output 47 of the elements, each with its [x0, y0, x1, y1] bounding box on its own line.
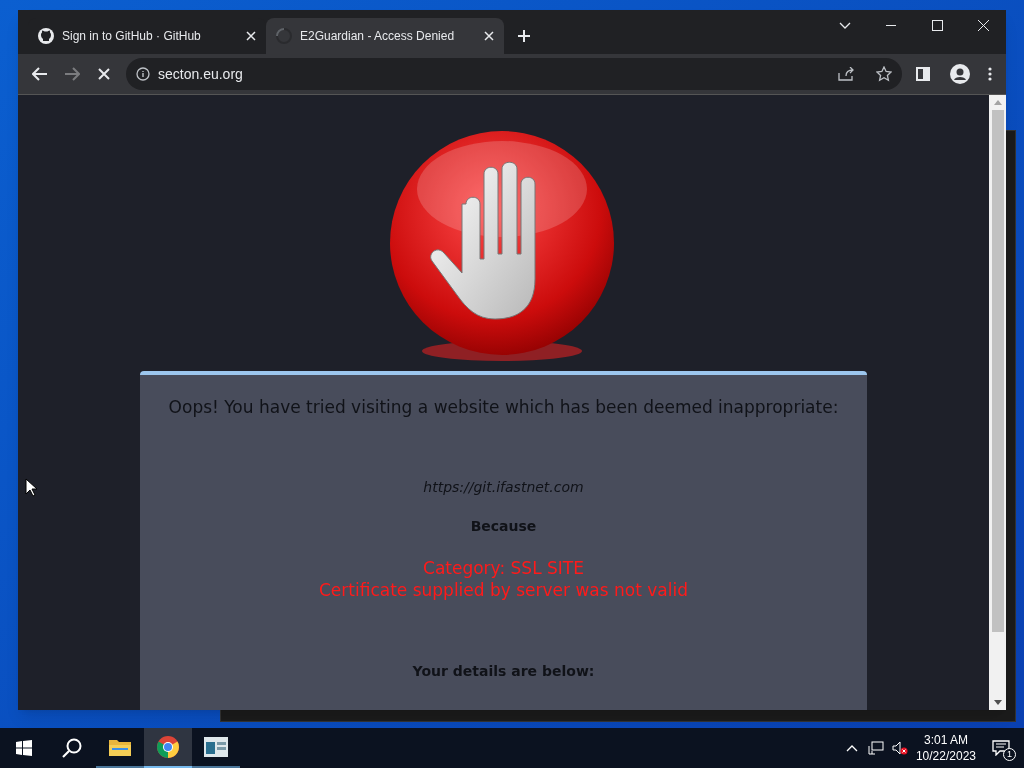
url-text: secton.eu.org	[158, 64, 244, 84]
menu-icon[interactable]	[988, 67, 992, 81]
notification-count: 1	[1003, 748, 1016, 761]
network-icon[interactable]	[867, 741, 884, 755]
close-icon	[98, 68, 110, 80]
star-icon[interactable]	[876, 66, 892, 82]
cat-logo-icon	[38, 28, 54, 44]
tab-title: Sign in to GitHub · GitHub	[62, 28, 202, 45]
loading-spinner-icon	[276, 28, 292, 44]
notifications-button[interactable]: 1	[988, 733, 1014, 763]
mouse-pointer-icon	[25, 478, 37, 497]
address-bar[interactable]: secton.eu.org	[126, 58, 902, 90]
speaker-muted-icon[interactable]	[891, 741, 908, 755]
clock-date: 10/22/2023	[915, 748, 976, 764]
chevron-up-icon[interactable]	[845, 744, 858, 752]
back-arrow-icon	[32, 67, 48, 81]
plus-icon	[517, 29, 531, 43]
chat-bubble-icon	[992, 740, 1010, 756]
chevron-down-icon	[839, 21, 851, 29]
block-reason: Category: SSL SITE	[423, 556, 584, 579]
info-icon	[136, 67, 150, 81]
forward-arrow-icon	[64, 67, 80, 81]
block-reason: Certificate supplied by server was not valid	[318, 578, 688, 601]
close-icon[interactable]	[246, 31, 256, 41]
details-heading: Your details are below:	[412, 661, 595, 681]
folder-icon	[109, 738, 131, 756]
scrollbar-thumb[interactable]	[991, 110, 1004, 632]
close-icon[interactable]	[484, 31, 494, 41]
browser-tab[interactable]: E2Guardian - Access Denied	[266, 18, 504, 54]
search-icon	[62, 738, 82, 758]
minimize-icon	[886, 24, 896, 26]
maximize-icon	[931, 19, 943, 31]
taskbar-app[interactable]	[144, 728, 192, 768]
blocked-url: https://git.ifastnet.com	[423, 477, 584, 497]
share-icon[interactable]	[838, 67, 854, 81]
side-panel-icon[interactable]	[916, 67, 930, 81]
message-heading: Oops! You have tried visiting a website which has been deemed inappropriate:	[168, 396, 839, 419]
scrollbar[interactable]	[989, 95, 1006, 710]
clock-time: 3:01 AM	[923, 732, 968, 748]
app-window-icon	[204, 737, 228, 757]
profile-icon[interactable]	[950, 64, 970, 84]
tab-title: E2Guardian - Access Denied	[300, 28, 456, 45]
because-label: Because	[470, 516, 537, 536]
chrome-logo-icon	[156, 735, 180, 759]
scroll-down-icon[interactable]	[993, 700, 1002, 705]
close-icon	[977, 19, 989, 31]
windows-logo-icon	[16, 740, 32, 756]
